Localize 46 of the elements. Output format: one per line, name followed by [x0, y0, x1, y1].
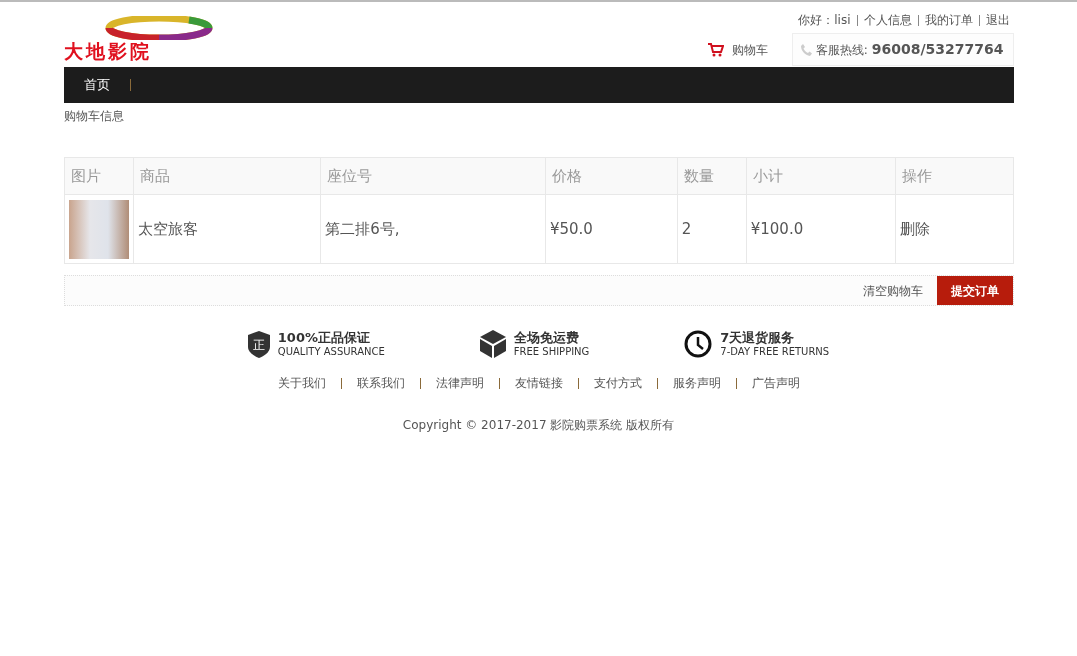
footer-link[interactable]: 法律声明 — [435, 374, 484, 392]
column-header: 商品 — [133, 157, 321, 195]
column-header: 图片 — [64, 157, 133, 195]
footer-link[interactable]: 关于我们 — [277, 374, 326, 392]
column-header: 操作 — [895, 157, 1013, 195]
column-header: 座位号 — [320, 157, 546, 195]
feature-title: 7天退货服务 — [720, 331, 796, 346]
column-header: 价格 — [545, 157, 678, 195]
footer-link[interactable]: 广告声明 — [751, 374, 800, 392]
quantity-cell: 2 — [677, 194, 747, 264]
ring-logo-icon — [103, 16, 214, 40]
cart-link[interactable]: 购物车 — [731, 40, 768, 59]
top-link[interactable]: 我的订单 — [924, 11, 973, 29]
seat-cell: 第二排6号, — [320, 194, 546, 264]
shield-icon: 正 — [247, 330, 270, 358]
hotline-number: 96008/53277764 — [871, 40, 1004, 59]
top-link[interactable]: 退出 — [985, 11, 1010, 29]
column-header: 数量 — [677, 157, 747, 195]
feature-subtitle: 7-DAY FREE RETURNS — [720, 345, 830, 357]
feature-subtitle: FREE SHIPPING — [513, 345, 590, 357]
feature-title: 100%正品保证 — [277, 331, 371, 346]
feature-subtitle: QUALITY ASSURANCE — [277, 345, 385, 357]
feature-title: 全场免运费 — [513, 331, 580, 346]
footer-link[interactable]: 友情链接 — [514, 374, 563, 392]
footer-link[interactable]: 联系我们 — [356, 374, 405, 392]
cube-icon — [479, 330, 506, 358]
submit-order-button[interactable]: 提交订单 — [936, 276, 1013, 305]
clear-cart-link[interactable]: 清空购物车 — [862, 281, 923, 300]
copyright-text: Copyright © 2017-2017 影院购票系统 版权所有 — [401, 417, 676, 434]
delete-link[interactable]: 删除 — [895, 194, 1013, 264]
logo-text[interactable]: 大地影院 — [63, 42, 152, 61]
product-name: 太空旅客 — [133, 194, 321, 264]
subtotal-cell: ¥100.0 — [746, 194, 896, 264]
breadcrumb-text: 购物车信息 — [63, 108, 125, 125]
footer-link[interactable]: 服务声明 — [672, 374, 721, 392]
hotline-label: 客服热线: — [815, 41, 868, 59]
nav-tab[interactable]: 首页 — [63, 67, 130, 103]
column-header: 小计 — [746, 157, 896, 195]
clock-icon — [684, 330, 713, 358]
cart-icon — [707, 42, 724, 57]
greeting-text: 你好：lisi — [798, 12, 851, 29]
top-link[interactable]: 个人信息 — [863, 11, 912, 29]
footer-link[interactable]: 支付方式 — [593, 374, 642, 392]
poster-placeholder — [68, 199, 129, 259]
phone-icon — [800, 43, 812, 56]
price-cell: ¥50.0 — [545, 194, 678, 264]
